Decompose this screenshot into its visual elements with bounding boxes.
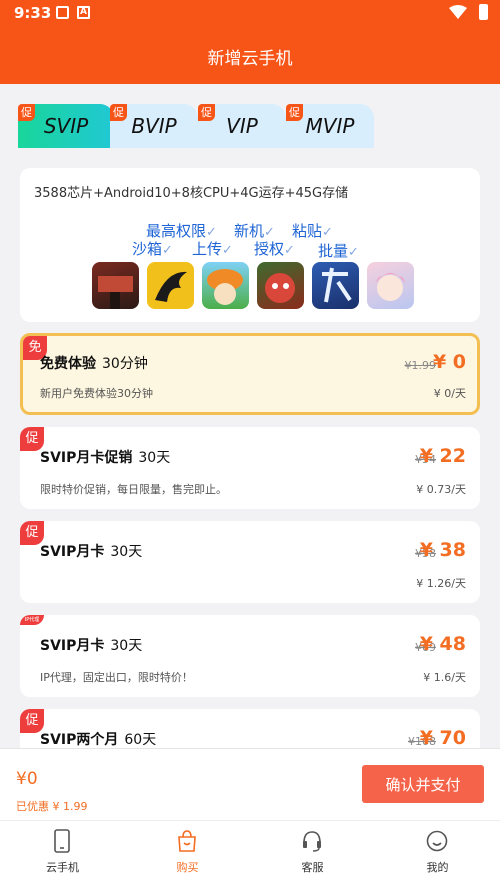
check-icon: ✓ — [162, 243, 173, 258]
phone-icon — [54, 829, 70, 853]
plan-card-svip-monthly-ip-proxy[interactable]: IP代理 SVIP月卡 30天 IP代理，固定出口，限时特价！ ¥69 ¥ 48 … — [20, 615, 480, 697]
plan-price: ¥ 22 — [419, 445, 466, 467]
daily-price: ¥ 1.6/天 — [423, 671, 466, 684]
original-price: ¥1.99 — [404, 359, 437, 372]
daily-price: ¥ 1.26/天 — [416, 577, 466, 590]
plan-duration: 30天 — [138, 450, 171, 466]
image-notification-icon — [56, 6, 69, 19]
confirm-pay-button[interactable]: 确认并支付 — [362, 765, 484, 803]
perk-item: 粘贴✓ — [292, 222, 333, 240]
plan-price: ¥ 70 — [419, 727, 466, 749]
status-bar: 9:33 A — [0, 0, 500, 26]
plan-name: SVIP月卡促销 30天 — [40, 450, 171, 466]
total-price: ¥0 — [16, 769, 38, 789]
device-spec: 3588芯片+Android10+8核CPU+4G运存+45G存储 — [34, 186, 349, 201]
plan-description: IP代理，固定出口，限时特价！ — [40, 671, 193, 684]
plan-card-free-trial[interactable]: 免 免费体验 30分钟 新用户免费体验30分钟 ¥1.99 ¥ 0 ¥ 0/天 — [20, 333, 480, 415]
plan-info-card: 3588芯片+Android10+8核CPU+4G运存+45G存储 最高权限✓ … — [20, 168, 480, 322]
tab-label: MVIP — [305, 114, 355, 138]
tab-mvip[interactable]: 促 MVIP — [286, 104, 374, 148]
check-icon: ✓ — [222, 243, 233, 258]
perk-item: 沙箱✓ — [132, 240, 173, 258]
perk-item: 授权✓ — [254, 240, 295, 258]
daily-price: ¥ 0.73/天 — [416, 483, 466, 496]
battery-icon — [479, 4, 488, 20]
game-icon-mushroom — [202, 262, 249, 309]
tab-label: VIP — [226, 114, 258, 138]
plan-duration: 30分钟 — [102, 356, 148, 372]
perk-item: 批量✓ — [318, 242, 359, 260]
nav-item-customer-service[interactable]: 客服 — [250, 821, 375, 888]
checkout-bar: ¥0 已优惠 ¥ 1.99 确认并支付 — [0, 748, 500, 820]
plan-name: SVIP月卡 30天 — [40, 638, 143, 654]
bottom-nav: 云手机 购买 客服 我的 — [0, 820, 500, 888]
nav-item-me[interactable]: 我的 — [375, 821, 500, 888]
a-notification-icon: A — [77, 6, 90, 19]
game-icon-dragon — [147, 262, 194, 309]
plan-price: ¥ 0 — [432, 351, 466, 373]
tab-label: SVIP — [43, 114, 89, 138]
tab-label: BVIP — [131, 114, 177, 138]
plan-duration: 30天 — [110, 544, 143, 560]
plan-card-svip-monthly-promo[interactable]: 促 SVIP月卡促销 30天 限时特价促销，每日限量，售完即止。 ¥54 ¥ 22… — [20, 427, 480, 509]
plan-duration: 60天 — [124, 732, 157, 748]
vip-tier-tabs: 促 SVIP 促 BVIP 促 VIP 促 MVIP — [18, 104, 388, 148]
plan-description: 限时特价促销，每日限量，售完即止。 — [40, 483, 227, 496]
plan-description: 新用户免费体验30分钟 — [40, 387, 153, 400]
perk-item: 上传✓ — [192, 240, 233, 258]
plan-name: SVIP月卡 30天 — [40, 544, 143, 560]
smiley-profile-icon — [426, 830, 448, 852]
plan-card-svip-monthly[interactable]: 促 SVIP月卡 30天 ¥58 ¥ 38 ¥ 1.26/天 — [20, 521, 480, 603]
plan-price: ¥ 48 — [419, 633, 466, 655]
page-title: 新增云手机 — [207, 49, 293, 69]
game-icon-anime-girl — [367, 262, 414, 309]
nav-label: 云手机 — [46, 861, 79, 874]
tab-svip[interactable]: 促 SVIP — [18, 104, 114, 148]
ip-proxy-badge: IP代理 — [20, 615, 44, 625]
tab-vip[interactable]: 促 VIP — [198, 104, 286, 148]
wifi-icon — [449, 5, 467, 19]
check-icon: ✓ — [348, 245, 359, 260]
nav-label: 购买 — [176, 861, 199, 874]
plan-price: ¥ 38 — [419, 539, 466, 561]
nav-label: 我的 — [426, 861, 449, 874]
check-icon: ✓ — [322, 225, 333, 240]
game-icon-days — [92, 262, 139, 309]
nav-item-cloud-phone[interactable]: 云手机 — [0, 821, 125, 888]
nav-item-buy[interactable]: 购买 — [125, 821, 250, 888]
plan-name: SVIP两个月 60天 — [40, 732, 157, 748]
plan-duration: 30天 — [110, 638, 143, 654]
game-icon-monster — [257, 262, 304, 309]
app-header: 9:33 A 新增云手机 — [0, 0, 500, 84]
shopping-bag-icon — [178, 830, 196, 852]
daily-price: ¥ 0/天 — [433, 387, 466, 400]
plan-name: 免费体验 30分钟 — [40, 356, 148, 372]
headset-icon — [303, 831, 321, 852]
check-icon: ✓ — [284, 243, 295, 258]
status-time: 9:33 — [14, 4, 52, 22]
game-icon-calligraphy — [312, 262, 359, 309]
nav-label: 客服 — [301, 861, 324, 874]
tab-bvip[interactable]: 促 BVIP — [110, 104, 198, 148]
discount-amount: 已优惠 ¥ 1.99 — [16, 800, 88, 813]
